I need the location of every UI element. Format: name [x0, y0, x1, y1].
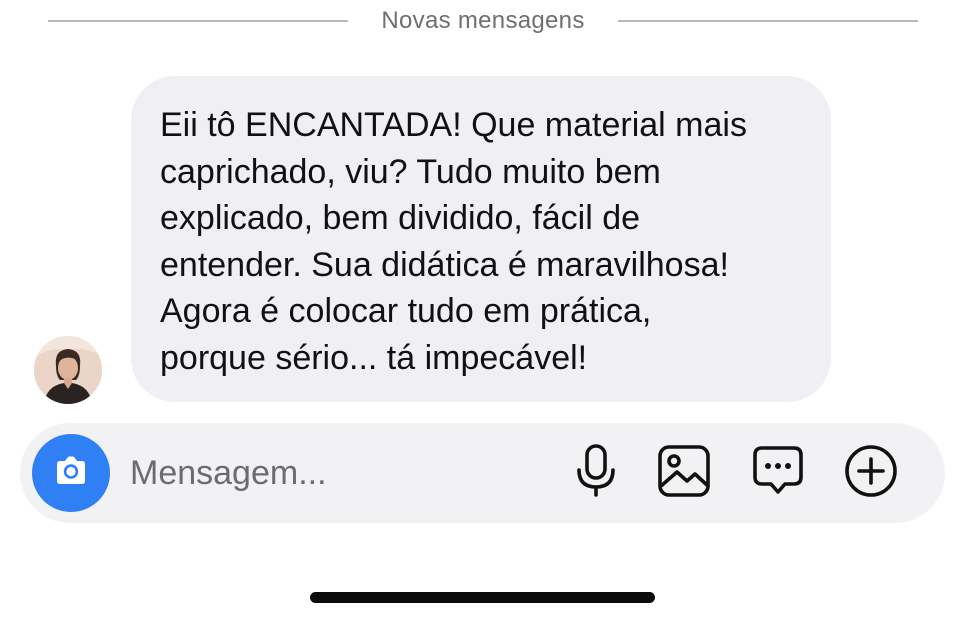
sender-avatar[interactable] [34, 336, 102, 404]
microphone-icon [573, 443, 619, 504]
image-gallery-icon [657, 444, 711, 503]
gallery-button[interactable] [656, 444, 712, 503]
message-composer [20, 423, 945, 523]
sticker-chat-icon [751, 444, 805, 503]
message-bubble[interactable]: Eii tô ENCANTADA! Que material mais capr… [131, 76, 831, 402]
message-text: Eii tô ENCANTADA! Que material mais capr… [160, 106, 747, 377]
divider-line-right [618, 20, 918, 22]
add-button[interactable] [843, 444, 899, 503]
new-messages-label: Novas mensagens [381, 7, 585, 34]
divider-line-left [48, 20, 348, 22]
sticker-button[interactable] [750, 445, 806, 501]
new-messages-divider: Novas mensagens [0, 0, 965, 44]
home-indicator[interactable] [310, 592, 655, 603]
message-input[interactable] [130, 447, 550, 499]
microphone-button[interactable] [568, 443, 624, 504]
camera-icon [51, 451, 91, 496]
plus-circle-icon [844, 444, 898, 503]
camera-button[interactable] [32, 434, 110, 512]
